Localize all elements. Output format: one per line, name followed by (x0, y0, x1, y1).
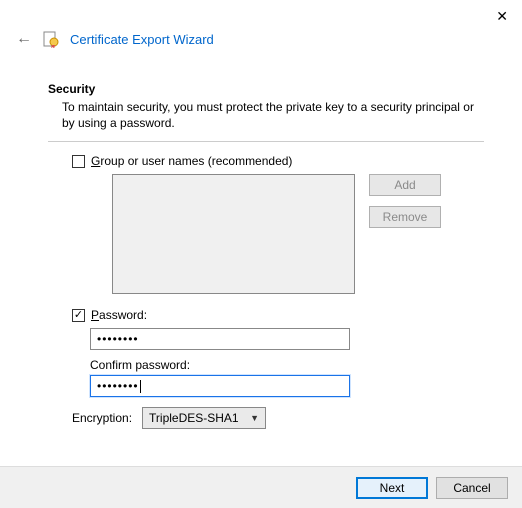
chevron-down-icon: ▼ (250, 413, 259, 423)
confirm-password-input[interactable]: •••••••• (90, 375, 350, 397)
section-description: To maintain security, you must protect t… (62, 99, 484, 131)
password-mask: •••••••• (97, 332, 139, 346)
wizard-header: ← Certificate Export Wizard (0, 0, 522, 58)
wizard-footer: Next Cancel (0, 466, 522, 508)
group-users-listbox (112, 174, 355, 294)
group-users-label: Group or user names (recommended) (91, 154, 292, 168)
wizard-title: Certificate Export Wizard (70, 32, 214, 47)
encryption-dropdown[interactable]: TripleDES-SHA1 ▼ (142, 407, 266, 429)
encryption-label: Encryption: (72, 411, 132, 425)
section-title: Security (48, 82, 484, 96)
text-caret (140, 380, 141, 393)
confirm-password-label: Confirm password: (90, 358, 484, 372)
confirm-password-mask: •••••••• (97, 379, 139, 393)
cancel-button[interactable]: Cancel (436, 477, 508, 499)
certificate-icon (42, 30, 60, 48)
add-button: Add (369, 174, 441, 196)
encryption-selected: TripleDES-SHA1 (149, 411, 239, 425)
password-input[interactable]: •••••••• (90, 328, 350, 350)
next-button[interactable]: Next (356, 477, 428, 499)
password-checkbox[interactable] (72, 309, 85, 322)
back-arrow-icon[interactable]: ← (16, 30, 32, 48)
close-icon[interactable]: ✕ (496, 8, 508, 25)
group-users-checkbox[interactable] (72, 155, 85, 168)
remove-button: Remove (369, 206, 441, 228)
separator (48, 141, 484, 142)
password-label: Password: (91, 308, 147, 322)
